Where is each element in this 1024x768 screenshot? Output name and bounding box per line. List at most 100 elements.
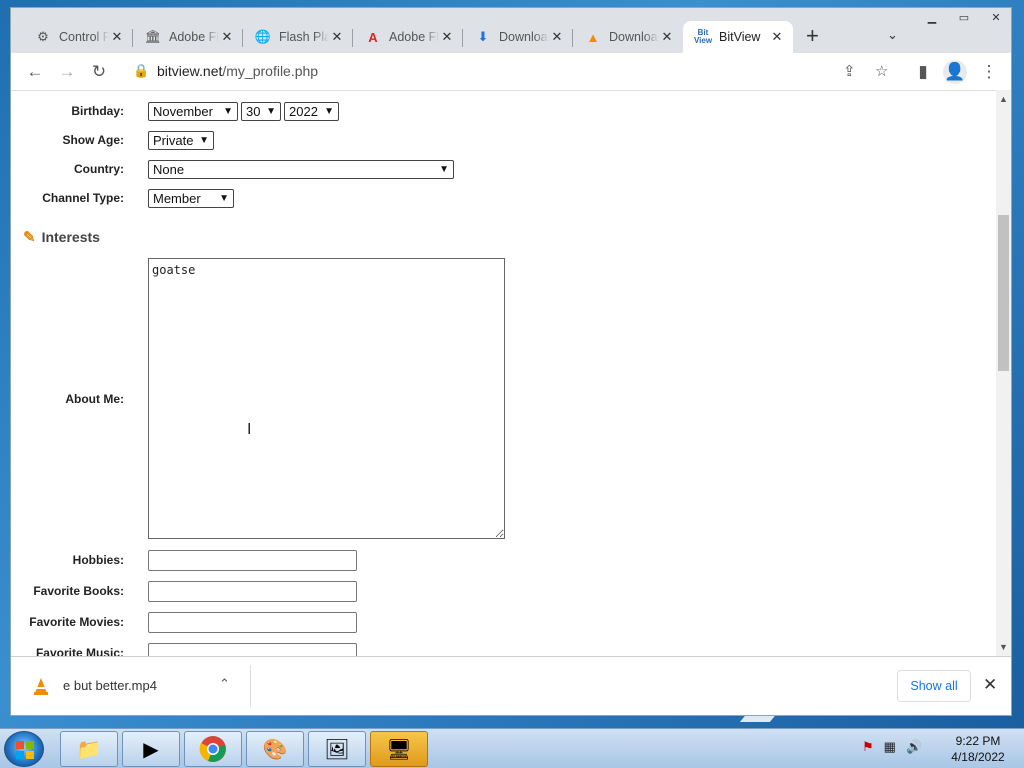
bookmark-star-icon[interactable]: ☆: [875, 62, 888, 80]
interests-heading-text: Interests: [41, 229, 100, 245]
remote-desktop-taskbar-icon[interactable]: 🖥: [370, 731, 428, 767]
tab-flash-player[interactable]: 🌐 Flash Player ✕: [243, 21, 353, 53]
about-me-label: About Me:: [65, 392, 124, 406]
chevron-down-icon: ▼: [266, 106, 276, 117]
page-content: Birthday: November ▼ 30 ▼ 2022 ▼ Show Age: …: [11, 90, 996, 656]
birthday-year-select[interactable]: 2022 ▼: [284, 102, 339, 121]
chevron-down-icon: ▼: [219, 193, 229, 204]
favorite-books-input[interactable]: [148, 581, 357, 602]
tab-adobe[interactable]: A Adobe Flash ✕: [353, 21, 463, 53]
tab-downloads[interactable]: ⬇ Downloads ✕: [463, 21, 573, 53]
country-label: Country:: [74, 162, 124, 176]
about-me-textarea[interactable]: [148, 258, 505, 539]
show-all-button[interactable]: Show all: [897, 670, 971, 702]
back-arrow-icon[interactable]: ←: [23, 60, 47, 84]
birthday-day-select[interactable]: 30 ▼: [241, 102, 281, 121]
hobbies-input[interactable]: [148, 550, 357, 571]
interests-heading: ✎ Interests: [23, 228, 100, 246]
scroll-up-icon[interactable]: ▲: [999, 94, 1008, 104]
start-button[interactable]: [4, 731, 44, 767]
download-bar: e but better.mp4 ⌃ Show all ✕: [11, 656, 1011, 715]
scrollbar-thumb[interactable]: [998, 215, 1009, 371]
channel-type-select[interactable]: Member ▼: [148, 189, 234, 208]
birthday-year-value: 2022: [289, 104, 318, 119]
tab-control-panel[interactable]: ⚙ Control Panel ✕: [23, 21, 133, 53]
chrome-icon: [199, 736, 226, 762]
tab-close-icon[interactable]: ✕: [109, 29, 125, 45]
favorite-music-input[interactable]: [148, 643, 357, 656]
tab-close-icon[interactable]: ✕: [659, 29, 675, 45]
tab-title: Downloads: [499, 30, 549, 44]
photo-viewer-taskbar-icon[interactable]: 🖼: [308, 731, 366, 767]
control-panel-icon: ⚙: [37, 29, 49, 44]
download-icon: ⬇: [477, 29, 489, 44]
tab-strip: ⚙ Control Panel ✕ 🏛 Adobe Flash ✕ 🌐 Flas…: [11, 21, 1011, 53]
url-host: bitview.net: [157, 63, 223, 79]
new-tab-icon[interactable]: +: [806, 23, 819, 49]
tab-bitview[interactable]: Bit View BitView ✕: [683, 21, 793, 53]
library-icon: 🏛: [144, 29, 162, 44]
chrome-taskbar-icon[interactable]: [184, 731, 242, 767]
tab-downloads-vlc[interactable]: ▲ Downloads ✕: [573, 21, 683, 53]
url-text: bitview.net/my_profile.php: [157, 63, 318, 79]
tab-title: Adobe Flash: [169, 30, 219, 44]
chevron-up-icon[interactable]: ⌃: [219, 676, 230, 692]
tab-close-icon[interactable]: ✕: [329, 29, 345, 45]
birthday-month-value: November: [153, 104, 213, 119]
tab-search-chevron-icon[interactable]: ⌄: [887, 27, 898, 43]
forward-arrow-icon[interactable]: →: [55, 60, 79, 84]
birthday-month-select[interactable]: November ▼: [148, 102, 238, 121]
chevron-down-icon: ▼: [223, 106, 233, 117]
paint-taskbar-icon[interactable]: 🎨: [246, 731, 304, 767]
tab-title: Downloads: [609, 30, 659, 44]
volume-icon[interactable]: 🔊: [906, 739, 922, 755]
share-icon[interactable]: ⇪: [843, 62, 856, 80]
system-clock[interactable]: 9:22 PM 4/18/2022: [940, 733, 1016, 765]
pencil-icon: ✎: [23, 229, 36, 246]
tab-close-icon[interactable]: ✕: [769, 29, 785, 45]
clock-date: 4/18/2022: [951, 750, 1005, 764]
tab-title: Control Panel: [59, 30, 109, 44]
scroll-down-icon[interactable]: ▼: [999, 642, 1008, 652]
explorer-taskbar-icon[interactable]: 📁: [60, 731, 118, 767]
channel-type-label: Channel Type:: [42, 191, 124, 205]
tab-close-icon[interactable]: ✕: [549, 29, 565, 45]
globe-icon: 🌐: [254, 29, 272, 44]
tab-adobe-flash[interactable]: 🏛 Adobe Flash ✕: [133, 21, 243, 53]
tab-title: Flash Player: [279, 30, 329, 44]
show-age-value: Private: [153, 133, 194, 148]
action-center-flag-icon[interactable]: ⚑: [862, 739, 874, 755]
media-player-taskbar-icon[interactable]: ▶: [122, 731, 180, 767]
page-scrollbar[interactable]: ▲ ▼: [996, 90, 1011, 656]
birthday-label: Birthday:: [71, 104, 124, 118]
favorite-movies-input[interactable]: [148, 612, 357, 633]
show-age-select[interactable]: Private ▼: [148, 131, 214, 150]
adobe-icon: A: [368, 29, 378, 45]
clock-time: 9:22 PM: [955, 734, 1001, 748]
profile-avatar-icon[interactable]: 👤: [943, 60, 967, 84]
lock-icon: 🔒: [133, 63, 150, 78]
address-bar[interactable]: 🔒 bitview.net/my_profile.php ⇪ ☆: [123, 57, 893, 86]
reload-icon[interactable]: ↻: [87, 60, 111, 84]
tab-title: BitView: [719, 30, 761, 44]
tab-close-icon[interactable]: ✕: [219, 29, 235, 45]
hobbies-label: Hobbies:: [72, 553, 124, 567]
tab-close-icon[interactable]: ✕: [439, 29, 455, 45]
network-icon[interactable]: ▦: [884, 739, 896, 755]
menu-kebab-icon[interactable]: ⋮: [977, 60, 1001, 84]
chevron-down-icon: ▼: [324, 106, 334, 117]
text-cursor-icon: I: [247, 421, 252, 438]
download-file-name: e but better.mp4: [63, 678, 157, 693]
side-panel-icon[interactable]: ▮: [911, 60, 935, 84]
favorite-music-label: Favorite Music:: [35, 646, 124, 656]
favorite-movies-label: Favorite Movies:: [29, 615, 124, 629]
close-icon[interactable]: ✕: [983, 675, 997, 695]
url-path: /my_profile.php: [222, 63, 319, 79]
bitview-icon: Bit View: [693, 28, 713, 45]
download-item[interactable]: e but better.mp4 ⌃: [11, 657, 251, 715]
chevron-down-icon: ▼: [199, 135, 209, 146]
country-select[interactable]: None ▼: [148, 160, 454, 179]
vlc-icon: [34, 678, 48, 695]
browser-window: ▁ ▭ ✕ ⚙ Control Panel ✕ 🏛 Adobe Flash ✕ …: [10, 7, 1012, 716]
favorite-books-label: Favorite Books:: [33, 584, 124, 598]
